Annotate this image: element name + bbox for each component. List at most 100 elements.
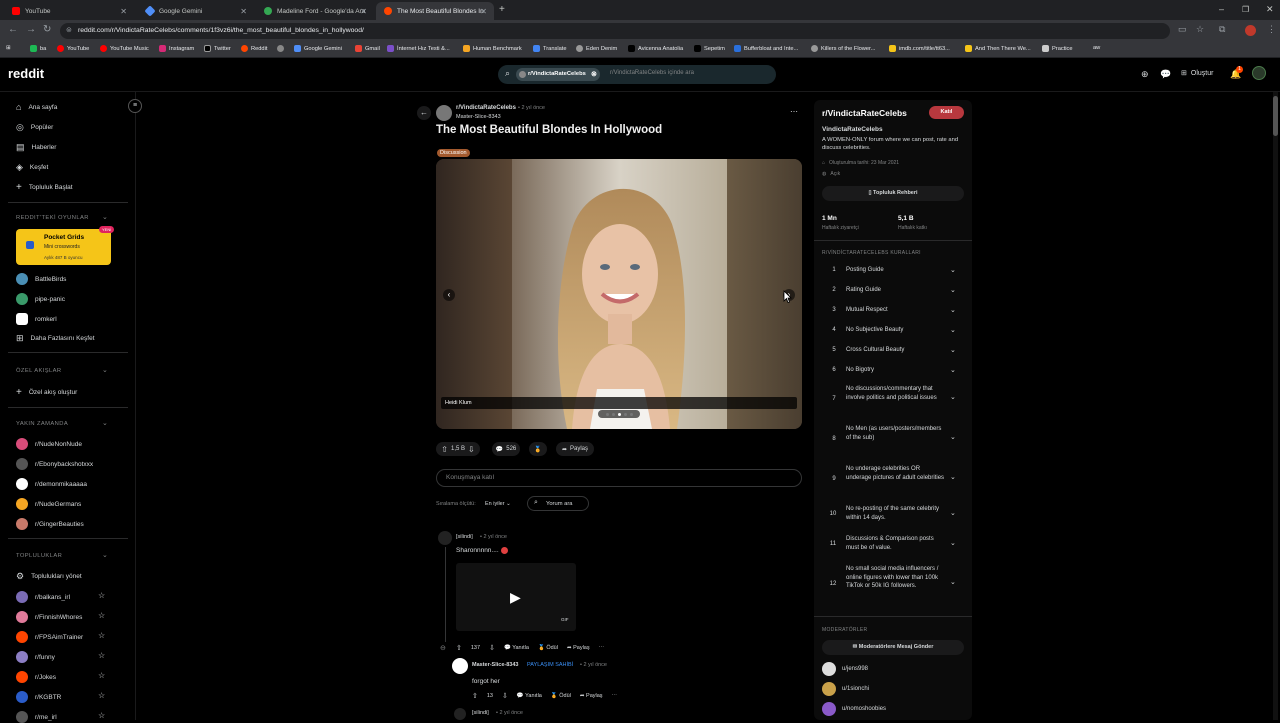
rule-item[interactable]: 11 Discussions & Comparison posts must be…	[830, 535, 960, 555]
bookmark-item[interactable]: Avicenna Anatolia	[628, 45, 683, 52]
community-item[interactable]: r/balkans_irl	[16, 591, 70, 603]
comment-avatar[interactable]	[454, 708, 466, 720]
comment-search[interactable]: ⌕ Yorum ara	[527, 496, 589, 511]
back-arrow-icon[interactable]: ←	[417, 106, 431, 120]
extensions-icon[interactable]: ⧉	[1219, 24, 1225, 35]
bookmark-item[interactable]: Reddit	[241, 45, 267, 52]
downvote-icon[interactable]: ⇩	[468, 445, 475, 454]
bookmark-item[interactable]: aw	[1093, 45, 1100, 51]
recent-item[interactable]: r/NudeGermans	[16, 498, 81, 510]
profile-avatar[interactable]	[1245, 25, 1256, 36]
moderator-item[interactable]: u/jens998	[822, 662, 868, 676]
rule-item[interactable]: 7 No discussions/commentary that involve …	[830, 385, 960, 415]
gallery-dot[interactable]	[629, 412, 633, 416]
bookmark-item[interactable]: Killers of the Flower...	[811, 45, 875, 52]
nav-start-community[interactable]: + Topluluk Başlat	[16, 182, 73, 193]
collapse-sidebar-icon[interactable]: ≡	[128, 99, 142, 113]
community-item[interactable]: r/KGBTR	[16, 691, 61, 703]
close-icon[interactable]: ✕	[240, 7, 247, 16]
share-button[interactable]: ➦ Paylaş	[556, 442, 594, 456]
bookmark-item[interactable]: Instagram	[159, 45, 194, 52]
bookmark-item[interactable]: Practice	[1042, 45, 1073, 52]
cast-icon[interactable]: ▭	[1178, 24, 1187, 35]
back-icon[interactable]: ←	[8, 24, 18, 35]
collapse-thread-icon[interactable]: ⊖	[440, 644, 446, 652]
site-info-icon[interactable]: ⊜	[66, 23, 72, 39]
reload-icon[interactable]: ↻	[43, 24, 51, 35]
community-item[interactable]: r/FPSAimTrainer	[16, 631, 83, 643]
rule-item[interactable]: 1 Posting Guide ⌄	[830, 266, 960, 276]
recent-item[interactable]: r/Ebonybackshotxxx	[16, 458, 93, 470]
bookmark-item[interactable]: YouTube Music	[100, 45, 149, 52]
downvote-icon[interactable]: ⇩	[489, 644, 495, 652]
close-icon[interactable]: ✕	[480, 7, 487, 16]
page-scrollbar[interactable]	[1273, 92, 1278, 720]
bookmark-item[interactable]: Translate	[533, 45, 567, 52]
upvote-icon[interactable]: ⇧	[441, 445, 448, 454]
reply-button[interactable]: 💬 Yanıtla	[517, 693, 542, 699]
comment-input[interactable]: Konuşmaya katıl	[436, 469, 802, 487]
nav-news[interactable]: ▤ Haberler	[16, 142, 56, 153]
award-button[interactable]: 🏅 Ödül	[538, 645, 558, 651]
comment-avatar[interactable]	[438, 531, 452, 545]
bookmark-item[interactable]: Sepetim	[694, 45, 725, 52]
gallery-dot[interactable]	[617, 412, 621, 416]
nav-home[interactable]: ⌂ Ana sayfa	[16, 102, 57, 112]
post-subreddit[interactable]: r/VindictaRateCelebs	[456, 105, 516, 111]
comment-avatar[interactable]	[452, 658, 468, 674]
image-gallery[interactable]: ‹ › Heidi Klum	[436, 159, 802, 429]
comment-author[interactable]: [silindi]	[456, 534, 473, 540]
subreddit-avatar[interactable]	[436, 105, 452, 121]
more-options-icon[interactable]: ⋯	[612, 693, 618, 699]
manage-communities[interactable]: ⚙ Toplulukları yönet	[16, 571, 82, 582]
apps-grid-icon[interactable]: ⊞	[6, 45, 11, 51]
recent-item[interactable]: r/demonmikaaaaa	[16, 478, 87, 490]
game-item[interactable]: BattleBirds	[16, 273, 66, 285]
bookmark-item[interactable]: Gmail	[355, 45, 380, 52]
share-button[interactable]: ➦ Paylaş	[580, 693, 603, 699]
rule-item[interactable]: 2 Rating Guide ⌄	[830, 286, 960, 296]
favorite-star-icon[interactable]: ☆	[98, 691, 105, 700]
favorite-star-icon[interactable]: ☆	[98, 591, 105, 600]
create-custom-feed[interactable]: + Özel akış oluştur	[16, 387, 77, 398]
favorite-star-icon[interactable]: ☆	[98, 711, 105, 720]
downvote-icon[interactable]: ⇩	[502, 692, 508, 700]
play-icon[interactable]: ▶	[510, 589, 521, 606]
gif-embed[interactable]: ▶ GIF	[456, 563, 576, 631]
subreddit-search-chip[interactable]: r/VindictaRateCelebs ⊗	[516, 68, 600, 81]
gallery-dot[interactable]	[605, 412, 609, 416]
favorite-star-icon[interactable]: ☆	[98, 611, 105, 620]
scrollbar-thumb[interactable]	[1273, 96, 1278, 136]
advertise-icon[interactable]: ⊕	[1141, 69, 1149, 80]
bookmark-star-icon[interactable]: ☆	[1196, 24, 1204, 35]
pocket-grids-promo[interactable]: Pocket Grids Mini crosswords Aylık 487 B…	[16, 226, 115, 265]
bookmark-item[interactable]: imdb.com/title/tt63...	[889, 45, 950, 52]
minimize-icon[interactable]: –	[1219, 4, 1224, 14]
forward-icon[interactable]: →	[26, 24, 36, 35]
comment-author[interactable]: Master-Slice-8343	[472, 662, 518, 668]
tab-youtube[interactable]: YouTube ✕	[4, 2, 134, 20]
menu-kebab-icon[interactable]: ⋮	[1267, 24, 1276, 35]
bookmark-item[interactable]: Eden Denim	[576, 45, 617, 52]
post-flair[interactable]: Discussion	[437, 149, 470, 157]
community-item[interactable]: r/FinnishWhores	[16, 611, 82, 623]
award-button[interactable]: 🏅 Ödül	[551, 693, 571, 699]
bookmark-item[interactable]: İnternet Hız Testi &...	[387, 45, 450, 52]
tab-google-search[interactable]: Madeline Ford - Google'da Ara ✕	[256, 2, 374, 20]
chat-icon[interactable]: 💬	[1160, 69, 1171, 80]
gallery-prev-icon[interactable]: ‹	[443, 289, 455, 301]
gallery-dot[interactable]	[623, 412, 627, 416]
gallery-dot[interactable]	[611, 412, 615, 416]
rule-item[interactable]: 8 No Men (as users/posters/members of the…	[830, 425, 960, 455]
chevron-up-icon[interactable]: ⌄	[102, 419, 108, 427]
close-icon[interactable]: ✕	[120, 7, 127, 16]
favorite-star-icon[interactable]: ☆	[98, 631, 105, 640]
message-mods-button[interactable]: ✉ Moderatörlere Mesaj Gönder	[822, 640, 964, 655]
share-button[interactable]: ➦ Paylaş	[567, 645, 590, 651]
recent-item[interactable]: r/NudeNonNude	[16, 438, 82, 450]
post-author[interactable]: Master-Slice-8343	[456, 114, 501, 120]
bookmark-item[interactable]	[277, 45, 284, 52]
moderator-item[interactable]: u/nomoshoobies	[822, 702, 886, 716]
reply-button[interactable]: 💬 Yanıtla	[504, 645, 529, 651]
bookmark-item[interactable]: Twitter	[204, 45, 231, 52]
